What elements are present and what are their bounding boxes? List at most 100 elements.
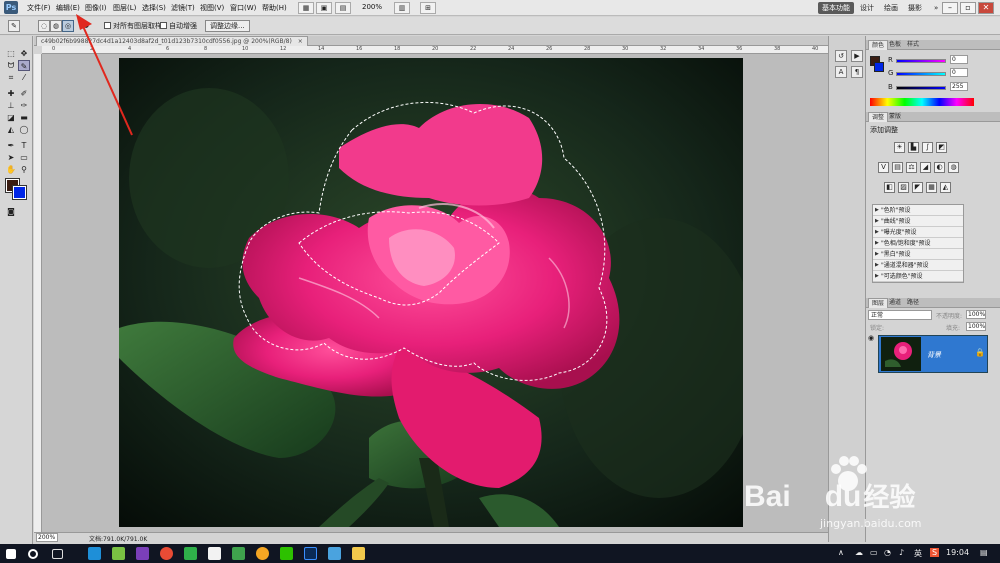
tray-network-icon[interactable]: ◔ [884,548,891,557]
workspace-design[interactable]: 设计 [856,2,878,14]
levels-icon[interactable]: ▙ [908,142,919,153]
zoom-tool-icon[interactable]: ⚲ [18,164,30,175]
menu-window[interactable]: 窗口(W) [230,3,256,13]
refine-edge-button[interactable]: 调整边缘... [205,20,250,32]
r-value[interactable]: 0 [950,55,968,64]
layer-row-background[interactable]: 背景 🔒 [878,335,988,373]
history-brush-icon[interactable]: ✑ [18,100,30,111]
eraser-tool-icon[interactable]: ◪ [5,112,17,123]
background-color-swatch[interactable] [12,185,27,200]
app-green-icon[interactable] [112,547,125,560]
image-canvas[interactable] [119,58,743,527]
eyedropper-tool-icon[interactable]: ⁄ [18,72,30,83]
photoshop-taskbar-icon[interactable] [304,547,317,560]
search-icon[interactable] [28,549,38,559]
color-spectrum-bar[interactable] [870,98,974,106]
lasso-tool-icon[interactable]: ᗢ [5,60,17,71]
chrome-icon[interactable] [160,547,173,560]
vibrance-icon[interactable]: V [878,162,889,173]
task-view-icon[interactable] [52,549,63,559]
b-slider[interactable] [896,86,946,90]
tab-swatches[interactable]: 色板 [886,40,904,50]
threshold-icon[interactable]: ◤ [912,182,923,193]
type-tool-icon[interactable]: T [18,140,30,151]
brightness-icon[interactable]: ☀ [894,142,905,153]
notepad-icon[interactable] [208,547,221,560]
ime-indicator[interactable]: 英 [914,548,922,559]
gradient-tool-icon[interactable]: ▬ [18,112,30,123]
history-panel-icon[interactable]: ↺ [835,50,847,62]
app-h-icon[interactable] [184,547,197,560]
fill-field[interactable]: 100% [966,322,986,331]
blur-tool-icon[interactable]: ◭ [5,124,17,135]
tray-cloud-icon[interactable]: ☁ [855,548,863,557]
app-orange-icon[interactable] [256,547,269,560]
preset-channel-mixer[interactable]: "通道混和器"预设 [873,260,963,271]
tab-paths[interactable]: 路径 [904,298,922,308]
tab-styles[interactable]: 样式 [904,40,922,50]
shape-tool-icon[interactable]: ▭ [18,152,30,163]
tray-app-icon[interactable]: S [930,548,940,557]
tray-battery-icon[interactable]: ▭ [870,548,878,557]
app-photos-icon[interactable] [328,547,341,560]
paragraph-panel-icon[interactable]: ¶ [851,66,863,78]
workspace-essentials[interactable]: 基本功能 [818,2,854,14]
menu-filter[interactable]: 滤镜(T) [171,3,195,13]
b-value[interactable]: 255 [950,82,968,91]
curves-icon[interactable]: ∫ [922,142,933,153]
tab-layers[interactable]: 图层 [868,298,889,308]
invert-icon[interactable]: ◧ [884,182,895,193]
hue-saturation-icon[interactable]: ▤ [892,162,903,173]
menu-select[interactable]: 选择(S) [142,3,166,13]
blend-mode-select[interactable]: 正常 [868,310,932,320]
hand-tool-icon[interactable]: ✋ [5,164,17,175]
preset-selective-color[interactable]: "可选颜色"预设 [873,271,963,282]
menu-view[interactable]: 视图(V) [200,3,224,13]
notification-icon[interactable]: ▤ [980,548,988,557]
path-selection-icon[interactable]: ➤ [5,152,17,163]
visual-studio-icon[interactable] [136,547,149,560]
menu-help[interactable]: 帮助(H) [262,3,287,13]
g-value[interactable]: 0 [950,68,968,77]
menu-file[interactable]: 文件(F) [27,3,51,13]
clone-stamp-icon[interactable]: ⊥ [5,100,17,111]
tool-preset-icon[interactable]: ✎ [8,20,20,32]
tab-channels[interactable]: 通道 [886,298,904,308]
quick-mask-icon[interactable]: ◙ [5,206,17,217]
pen-tool-icon[interactable]: ✒ [5,140,17,151]
move-tool-icon[interactable]: ✥ [18,48,30,59]
clock[interactable]: 19:04 [946,548,969,557]
quick-selection-tool-icon[interactable]: ✎ [18,60,30,71]
status-zoom-field[interactable]: 200% [36,533,58,542]
document-tab-close[interactable]: × [298,38,303,45]
workspace-painting[interactable]: 绘画 [880,2,902,14]
view-extras-icon[interactable]: ▤ [335,2,351,14]
tab-color[interactable]: 颜色 [868,40,889,50]
marquee-tool-icon[interactable]: ⬚ [5,48,17,59]
opacity-field[interactable]: 100% [966,310,986,319]
gradient-map-icon[interactable]: ▦ [926,182,937,193]
actions-panel-icon[interactable]: ▶ [851,50,863,62]
minibridge-icon[interactable]: ▣ [316,2,332,14]
arrange-documents-icon[interactable]: ▥ [394,2,410,14]
g-slider[interactable] [896,72,946,76]
preset-levels[interactable]: "色阶"预设 [873,205,963,216]
tray-volume-icon[interactable]: ♪ [899,548,904,557]
selective-color-icon[interactable]: ◭ [940,182,951,193]
brush-tool-icon[interactable]: ✐ [18,88,30,99]
black-white-icon[interactable]: ◢ [920,162,931,173]
app-tool-icon[interactable] [232,547,245,560]
auto-enhance-checkbox[interactable]: 自动增强 [160,21,197,31]
new-selection-icon[interactable]: ◌ [38,20,50,32]
photo-filter-icon[interactable]: ◐ [934,162,945,173]
channel-mixer-icon[interactable]: ◍ [948,162,959,173]
wechat-icon[interactable] [280,547,293,560]
healing-brush-icon[interactable]: ✚ [5,88,17,99]
dodge-tool-icon[interactable]: ◯ [18,124,30,135]
visibility-eye-icon[interactable]: ◉ [868,334,874,342]
restore-button[interactable]: ▫ [960,2,976,14]
preset-exposure[interactable]: "曝光度"预设 [873,227,963,238]
screen-mode-icon[interactable]: ⊞ [420,2,436,14]
workspace-more[interactable]: » [930,2,942,14]
color-panel-background[interactable] [874,62,884,72]
